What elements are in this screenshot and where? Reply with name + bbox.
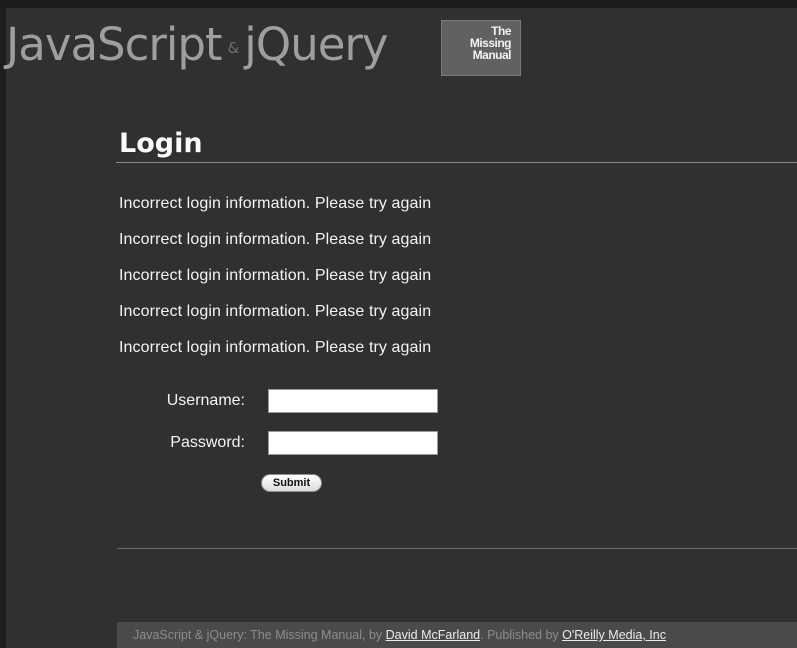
content-divider <box>117 548 797 549</box>
page-background: JavaScript & jQuery The Missing Manual Log… <box>0 0 797 648</box>
heading-divider <box>116 162 797 163</box>
footer: JavaScript & jQuery: The Missing Manual,… <box>117 622 797 648</box>
error-message: Incorrect login information. Please try … <box>119 195 432 212</box>
password-row: Password: <box>125 432 245 458</box>
author-link[interactable]: David McFarland <box>386 628 480 642</box>
password-label: Password: <box>170 434 245 451</box>
banner-title-left: JavaScript <box>6 18 223 71</box>
error-message: Incorrect login information. Please try … <box>119 267 432 284</box>
submit-button[interactable]: Submit <box>261 474 322 492</box>
username-row: Username: <box>125 390 245 416</box>
banner-title-right: jQuery <box>244 18 388 71</box>
username-label: Username: <box>166 392 245 409</box>
missing-manual-logo: The Missing Manual <box>441 20 521 76</box>
banner-title: JavaScript & jQuery <box>6 18 389 71</box>
banner-ampersand: & <box>227 39 240 57</box>
error-message: Incorrect login information. Please try … <box>119 231 432 248</box>
password-input[interactable] <box>268 431 438 455</box>
footer-text-prefix: JavaScript & jQuery: The Missing Manual,… <box>133 628 386 642</box>
footer-text-middle: . Published by <box>480 628 563 642</box>
logo-line-3: Manual <box>472 48 512 62</box>
error-message: Incorrect login information. Please try … <box>119 303 432 320</box>
username-input[interactable] <box>268 389 438 413</box>
publisher-link[interactable]: O'Reilly Media, Inc <box>562 628 666 642</box>
error-message-list: Incorrect login information. Please try … <box>119 193 431 373</box>
error-message: Incorrect login information. Please try … <box>119 339 432 356</box>
page-title: Login <box>119 128 203 159</box>
